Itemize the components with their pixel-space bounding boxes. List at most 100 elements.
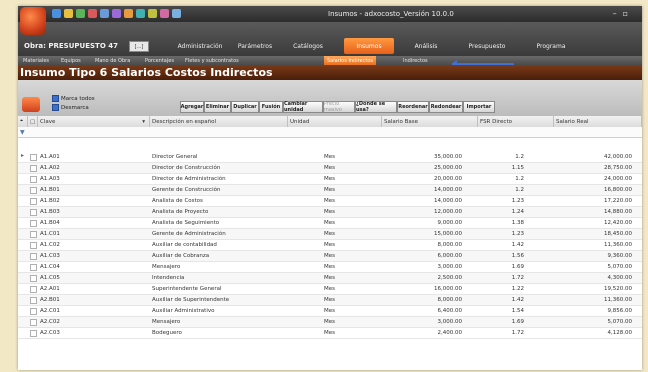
row-checkbox[interactable] xyxy=(30,253,37,260)
change-unit-button[interactable]: Cambiar unidad xyxy=(283,101,323,113)
checkbox-icon xyxy=(52,104,59,111)
subtab-mano-de-obra[interactable]: Mano de Obra xyxy=(92,56,133,65)
subtab-porcentajes[interactable]: Porcentajes xyxy=(142,56,177,65)
cell-salario-base: 3,000.00 xyxy=(437,319,463,325)
table-row[interactable]: A1.C02 Auxiliar de contabilidad Mes 8,000.0… xyxy=(18,240,642,251)
new-icon[interactable] xyxy=(52,9,61,18)
bulk-price-button[interactable]: Precio masivo xyxy=(323,101,355,113)
subtab-equipos[interactable]: Equipos xyxy=(58,56,84,65)
table-row[interactable]: A2.B01 Auxiliar de Superintendente Mes 8,00… xyxy=(18,295,642,306)
unmark-checkbox[interactable]: Desmarca xyxy=(52,104,89,111)
reorder-button[interactable]: Reordenar xyxy=(397,101,429,113)
row-checkbox[interactable] xyxy=(30,231,37,238)
open-icon[interactable] xyxy=(64,9,73,18)
table-row[interactable]: A2.A01 Superintendente General Mes 16,000.0… xyxy=(18,284,642,295)
delete-button[interactable]: Eliminar xyxy=(204,101,231,113)
merge-button[interactable]: Fusión xyxy=(259,101,283,113)
cell-descripcion: Auxiliar de Cobranza xyxy=(152,253,210,259)
where-used-button[interactable]: ¿Donde se usa? xyxy=(355,101,397,113)
import-button[interactable]: Importar xyxy=(463,101,495,113)
insumo-menu-button[interactable] xyxy=(22,97,40,112)
settings-icon[interactable] xyxy=(160,9,169,18)
mark-all-checkbox[interactable]: Marca todos xyxy=(52,95,95,102)
print-icon[interactable] xyxy=(88,9,97,18)
row-checkbox[interactable] xyxy=(30,165,37,172)
cell-clave: A1.A02 xyxy=(40,165,60,171)
pin-icon[interactable]: ⌖ xyxy=(18,116,28,127)
undo-icon[interactable] xyxy=(124,9,133,18)
toolbar: Marca todos Desmarca Agregar Eliminar Du… xyxy=(18,80,642,117)
add-button[interactable]: Agregar xyxy=(180,101,204,113)
row-checkbox[interactable] xyxy=(30,187,37,194)
cell-salario-base: 35,000.00 xyxy=(434,154,462,160)
header-unidad[interactable]: Unidad xyxy=(288,116,382,127)
table-row[interactable]: A1.C01 Gerente de Administración Mes 15,000… xyxy=(18,229,642,240)
subtab-salarios-indirectos[interactable]: Salarios Indirectos xyxy=(324,56,376,65)
help-icon[interactable] xyxy=(172,9,181,18)
menu-tab-parametros[interactable]: Parámetros xyxy=(232,38,278,54)
table-row[interactable]: A1.C03 Auxiliar de Cobranza Mes 6,000.00 1.5… xyxy=(18,251,642,262)
table-row[interactable]: A1.B04 Analista de Seguimiento Mes 9,000.00… xyxy=(18,218,642,229)
subtab-indirectos[interactable]: Indirectos xyxy=(400,56,431,65)
row-checkbox[interactable] xyxy=(30,176,37,183)
filter-row[interactable]: ▼ xyxy=(18,127,642,138)
table-row[interactable]: A1.C04 Mensajero Mes 3,000.00 1.69 5,070.00 xyxy=(18,262,642,273)
row-checkbox[interactable] xyxy=(30,220,37,227)
cell-descripcion: Director General xyxy=(152,154,198,160)
obra-select-button[interactable]: [...] xyxy=(129,41,149,52)
row-checkbox[interactable] xyxy=(30,154,37,161)
menu-tab-administracion[interactable]: Administración xyxy=(176,38,224,54)
row-checkbox[interactable] xyxy=(30,198,37,205)
menu-tab-analisis[interactable]: Análisis xyxy=(406,38,446,54)
grid-body: ▸ A1.A01 Director General Mes 35,000.00 1.2 42… xyxy=(18,152,642,339)
menu-tab-insumos[interactable]: Insumos xyxy=(344,38,394,54)
header-fsr-directo[interactable]: FSR Directo xyxy=(478,116,554,127)
row-checkbox[interactable] xyxy=(30,308,37,315)
row-checkbox[interactable] xyxy=(30,297,37,304)
menu-tab-catalogos[interactable]: Catálogos xyxy=(286,38,330,54)
obra-label: Obra: PRESUPUESTO 47 xyxy=(24,42,118,50)
header-clave[interactable]: Clave ▾ xyxy=(38,116,150,127)
window-controls[interactable]: –▫ xyxy=(613,9,634,18)
table-row[interactable]: A1.B01 Gerente de Construcción Mes 14,000.0… xyxy=(18,185,642,196)
redo-icon[interactable] xyxy=(136,9,145,18)
table-row[interactable]: ▸ A1.A01 Director General Mes 35,000.00 1.2 42… xyxy=(18,152,642,163)
menu-tab-programa[interactable]: Programa xyxy=(526,38,576,54)
paste-icon[interactable] xyxy=(112,9,121,18)
cell-clave: A1.A03 xyxy=(40,176,60,182)
table-row[interactable]: A1.A03 Director de Administración Mes 20,00… xyxy=(18,174,642,185)
row-checkbox[interactable] xyxy=(30,275,37,282)
row-checkbox[interactable] xyxy=(30,264,37,271)
table-row[interactable]: A2.C02 Mensajero Mes 3,000.00 1.69 5,070.00 xyxy=(18,317,642,328)
header-salario-base[interactable]: Salario Base xyxy=(382,116,478,127)
header-salario-real[interactable]: Salario Real xyxy=(554,116,642,127)
row-checkbox[interactable] xyxy=(30,330,37,337)
menu-tab-presupuesto[interactable]: Presupuesto xyxy=(458,38,516,54)
row-checkbox[interactable] xyxy=(30,209,37,216)
row-checkbox[interactable] xyxy=(30,286,37,293)
cell-descripcion: Analista de Costos xyxy=(152,198,203,204)
cell-salario-base: 9,000.00 xyxy=(437,220,463,226)
copy-icon[interactable] xyxy=(100,9,109,18)
subtab-materiales[interactable]: Materiales xyxy=(20,56,52,65)
filter-icon[interactable]: ▼ xyxy=(20,129,25,136)
cell-fsr-directo: 1.72 xyxy=(511,330,524,336)
round-button[interactable]: Redondear xyxy=(429,101,463,113)
table-row[interactable]: A2.C03 Bodeguero Mes 2,400.00 1.72 4,128.00 xyxy=(18,328,642,339)
subtab-fletes[interactable]: Fletes y subcontratos xyxy=(182,56,242,65)
select-all-checkbox[interactable]: ▢ xyxy=(28,116,38,127)
table-row[interactable]: A1.B03 Analista de Proyecto Mes 12,000.00 1.… xyxy=(18,207,642,218)
find-icon[interactable] xyxy=(148,9,157,18)
row-checkbox[interactable] xyxy=(30,319,37,326)
table-row[interactable]: A1.B02 Analista de Costos Mes 14,000.00 1.23… xyxy=(18,196,642,207)
cell-fsr-directo: 1.54 xyxy=(511,308,524,314)
duplicate-button[interactable]: Duplicar xyxy=(231,101,259,113)
app-logo[interactable] xyxy=(20,7,46,35)
cell-descripcion: Auxiliar de contabilidad xyxy=(152,242,217,248)
save-icon[interactable] xyxy=(76,9,85,18)
row-checkbox[interactable] xyxy=(30,242,37,249)
table-row[interactable]: A1.A02 Director de Construcción Mes 25,000.… xyxy=(18,163,642,174)
header-descripcion[interactable]: Descripción en español xyxy=(150,116,288,127)
table-row[interactable]: A2.C01 Auxiliar Administrativo Mes 6,400.00… xyxy=(18,306,642,317)
table-row[interactable]: A1.C05 Intendencia Mes 2,500.00 1.72 4,300.00 xyxy=(18,273,642,284)
